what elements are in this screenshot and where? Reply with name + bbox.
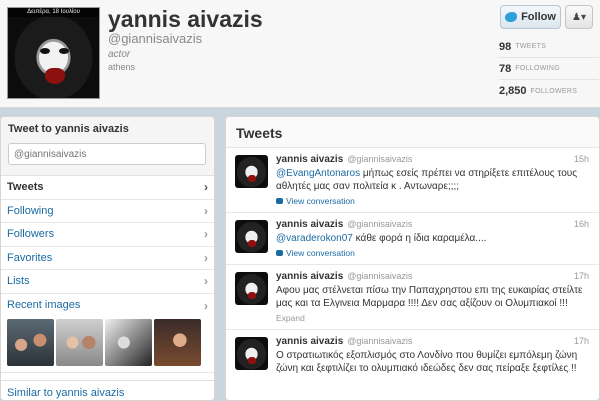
profile-bio: actor: [108, 49, 131, 60]
tweet-mention[interactable]: @EvangAntonaros: [276, 168, 360, 179]
tweet-author-name[interactable]: yannis aivazis: [276, 154, 343, 165]
conversation-bubble-icon: [276, 198, 283, 204]
tweet-item[interactable]: yannis aivazis @giannisaivazis 15h @Evan…: [226, 148, 599, 213]
stat-followers[interactable]: 2,850 FOLLOWERS: [499, 80, 599, 102]
stat-tweets[interactable]: 98 TWEETS: [499, 36, 599, 58]
tweet-timestamp[interactable]: 17h: [574, 271, 593, 281]
chevron-right-icon: ›: [204, 298, 208, 313]
tweet-item[interactable]: yannis aivazis @giannisaivazis 16h @vara…: [226, 213, 599, 265]
chevron-right-icon: ›: [204, 203, 208, 218]
user-menu-button[interactable]: ♟▾: [565, 5, 593, 29]
tweet-to-box: Tweet to yannis aivazis: [1, 117, 214, 176]
profile-avatar[interactable]: Δευτέρα, 18 Ιουλίου: [7, 7, 100, 99]
left-sidebar: Tweet to yannis aivazis Tweets› Followin…: [0, 116, 215, 401]
tweet-text: @EvangAntonaros μήπως εσείς πρέπει να στ…: [276, 168, 578, 192]
profile-name: yannis aivazis: [108, 6, 263, 32]
chevron-right-icon: ›: [204, 227, 208, 242]
sidebar-item-favorites[interactable]: Favorites ›: [1, 247, 214, 270]
similar-to-link[interactable]: Similar to yannis aivazis: [1, 379, 214, 400]
recent-image-thumbnail[interactable]: [56, 318, 103, 366]
tweet-author-handle: @giannisaivazis: [347, 154, 413, 164]
view-conversation-link[interactable]: View conversation: [276, 196, 593, 206]
tweet-to-input[interactable]: [8, 143, 206, 165]
recent-image-thumbnail[interactable]: [154, 318, 201, 366]
stream-title: Tweets: [226, 117, 599, 148]
tweet-mention[interactable]: @varaderokon07: [276, 233, 353, 244]
tweet-timestamp[interactable]: 17h: [574, 336, 593, 346]
tweet-timestamp[interactable]: 15h: [574, 154, 593, 164]
recent-images: Recent images ›: [1, 294, 214, 373]
chevron-right-icon: ›: [204, 180, 208, 195]
twitter-bird-icon: [505, 12, 518, 22]
view-conversation-link[interactable]: View conversation: [276, 248, 593, 258]
avatar-caption: Δευτέρα, 18 Ιουλίου: [8, 8, 99, 17]
chevron-right-icon: ›: [204, 250, 208, 265]
tweet-avatar[interactable]: [235, 272, 268, 305]
profile-stats: 98 TWEETS 78 FOLLOWING 2,850 FOLLOWERS: [499, 36, 599, 102]
sidebar-item-followers[interactable]: Followers ›: [1, 223, 214, 247]
tweet-avatar[interactable]: [235, 155, 268, 188]
tweets-stream: Tweets yannis aivazis @giannisaivazis 15…: [225, 116, 600, 401]
tweet-item[interactable]: yannis aivazis @giannisaivazis 17h Ο στρ…: [226, 330, 599, 381]
tweet-text: @varaderokon07 κάθε φορά η ίδια καραμέλα…: [276, 233, 487, 244]
conversation-bubble-icon: [276, 250, 283, 256]
tweet-author-name[interactable]: yannis aivazis: [276, 219, 343, 230]
sidebar-item-lists[interactable]: Lists ›: [1, 270, 214, 294]
sidebar-item-tweets[interactable]: Tweets ›: [1, 176, 214, 200]
recent-images-link[interactable]: Recent images ›: [7, 299, 208, 313]
tweet-author-handle: @giannisaivazis: [347, 336, 413, 346]
tweet-avatar[interactable]: [235, 220, 268, 253]
tweet-text: Αφου μας στέλνεται πίσω την Παπαχρηστου …: [276, 285, 583, 309]
recent-image-thumbnail[interactable]: [7, 318, 54, 366]
tweet-author-handle: @giannisaivazis: [347, 219, 413, 229]
sidebar-item-following[interactable]: Following ›: [1, 200, 214, 223]
recent-images-thumbs: [7, 318, 208, 366]
stat-following[interactable]: 78 FOLLOWING: [499, 58, 599, 80]
profile-card: Δευτέρα, 18 Ιουλίου yannis aivazis @gian…: [0, 0, 600, 108]
tweet-text: Ο στρατιωτικός εξοπλισμός στο Λονδίνο πο…: [276, 350, 578, 374]
user-menu-icon: ♟▾: [572, 11, 586, 23]
tweet-timestamp[interactable]: 16h: [574, 219, 593, 229]
expand-link[interactable]: Expand: [276, 313, 593, 323]
profile-location: athens: [108, 62, 136, 72]
follow-label: Follow: [521, 11, 556, 23]
tweet-item[interactable]: yannis aivazis @giannisaivazis 17h Αφου …: [226, 265, 599, 330]
follow-button[interactable]: Follow: [500, 5, 561, 29]
tweet-author-name[interactable]: yannis aivazis: [276, 271, 343, 282]
tweet-author-handle: @giannisaivazis: [347, 271, 413, 281]
profile-screen-name: @giannisaivazis: [108, 31, 203, 46]
tweet-avatar[interactable]: [235, 337, 268, 370]
recent-image-thumbnail[interactable]: [105, 318, 152, 366]
tweet-to-title: Tweet to yannis aivazis: [8, 123, 129, 135]
chevron-right-icon: ›: [204, 274, 208, 289]
tweet-author-name[interactable]: yannis aivazis: [276, 336, 343, 347]
